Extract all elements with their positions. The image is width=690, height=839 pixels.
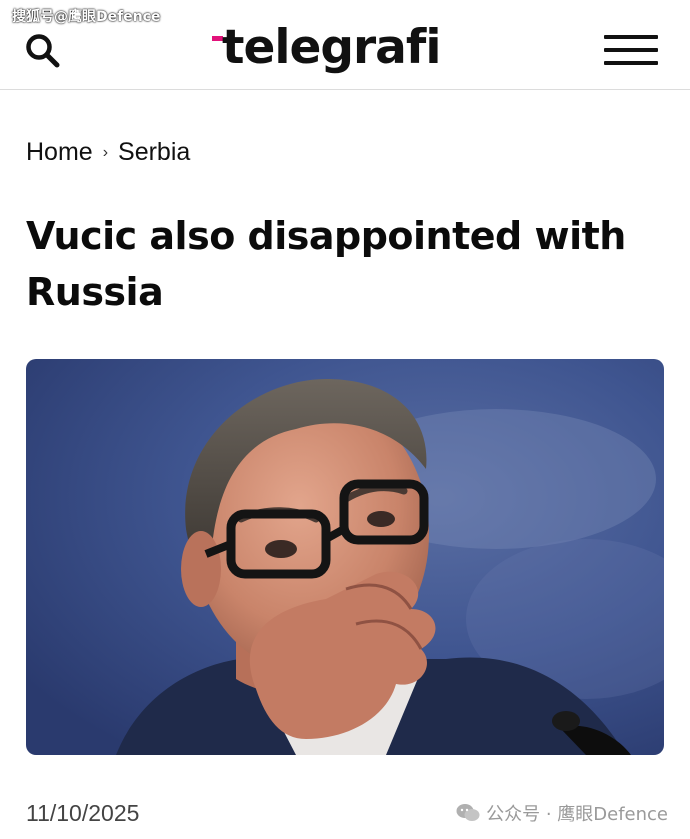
article-date: 11/10/2025 (26, 800, 140, 826)
breadcrumb-home-link[interactable]: Home (26, 138, 93, 167)
watermark-bottom-text: 公众号 · 鹰眼Defence (486, 804, 668, 825)
logo-text: telegrafi (222, 20, 441, 75)
article-headline: Vucic also disappointed with Russia (26, 214, 626, 314)
chevron-right-icon: › (102, 143, 109, 161)
watermark-top: 搜狐号@鹰眼Defence (12, 9, 161, 25)
watermark-bottom: 公众号 · 鹰眼Defence (456, 800, 668, 826)
site-logo[interactable]: telegrafi (212, 18, 441, 78)
article-hero-image[interactable] (26, 359, 664, 755)
wechat-icon (456, 804, 480, 821)
portrait-photo (26, 359, 664, 755)
search-icon (26, 34, 60, 68)
hamburger-menu-icon (604, 35, 658, 39)
breadcrumb-section-link[interactable]: Serbia (118, 138, 190, 167)
menu-button[interactable] (604, 33, 660, 67)
search-button[interactable] (24, 32, 62, 70)
breadcrumb: Home › Serbia (26, 138, 190, 167)
